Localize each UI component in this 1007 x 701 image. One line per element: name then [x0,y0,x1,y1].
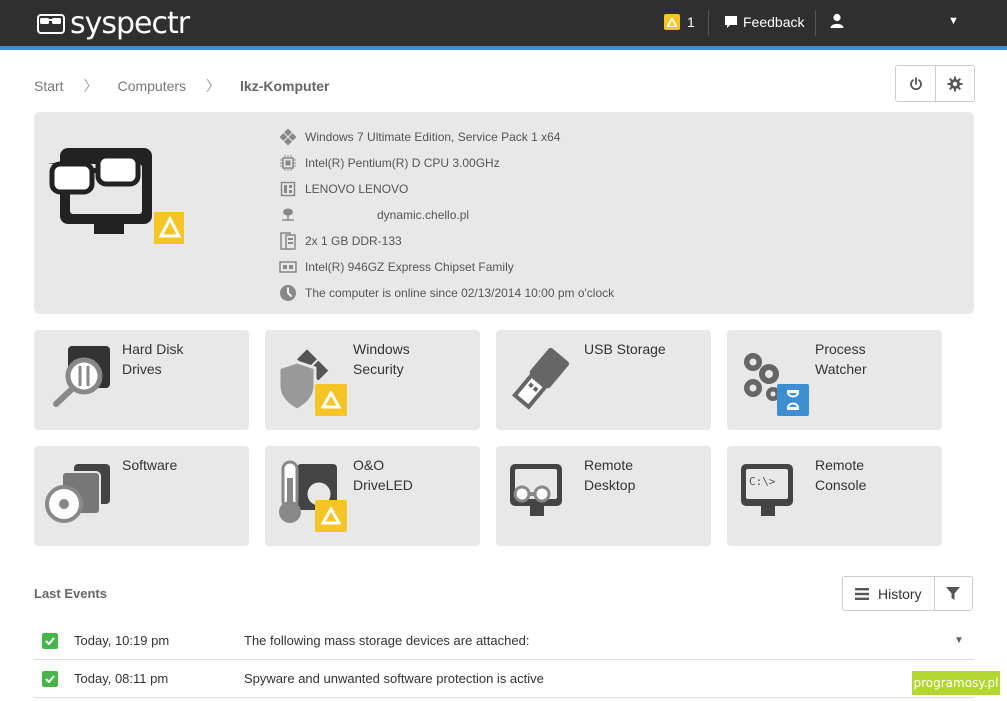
tile-label: Windows Security [353,341,410,377]
breadcrumb-separator: 〉 [83,78,98,94]
console-icon: C:\> [741,464,793,516]
network-icon [278,206,298,224]
breadcrumb-computers[interactable]: Computers [118,78,186,94]
events-actions: History [842,576,973,611]
info-status: The computer is online since 02/13/2014 … [278,280,614,306]
power-button[interactable] [896,66,935,101]
check-icon [42,670,58,687]
tile-hard-disk-drives[interactable]: Hard Disk Drives [34,330,249,430]
tile-oo-driveled[interactable]: O&O DriveLED [265,446,480,546]
computer-glasses-icon [48,148,184,244]
event-row[interactable]: Today, 10:19 pm The following mass stora… [34,622,974,660]
breadcrumb-start[interactable]: Start [34,78,64,94]
feedback-button[interactable]: Feedback [724,14,804,30]
windows-logo-icon [278,128,298,146]
check-icon [42,632,58,649]
speech-bubble-icon [725,16,737,28]
tile-usb-storage[interactable]: USB Storage [496,330,711,430]
user-menu-caret[interactable]: ▼ [948,15,959,27]
warning-badge [315,500,347,532]
remote-desktop-icon [510,464,562,516]
tile-windows-security[interactable]: Windows Security [265,330,480,430]
hard-disk-icon [53,346,110,407]
tile-process-watcher[interactable]: Process Watcher [727,330,942,430]
breadcrumb-current: lkz-Komputer [240,78,330,94]
alert-indicator[interactable]: 1 [664,14,695,30]
board-text: LENOVO LENOVO [305,182,409,196]
computer-info-list: Windows 7 Ultimate Edition, Service Pack… [278,124,614,306]
tile-label: Hard Disk Drives [122,341,184,377]
os-text: Windows 7 Ultimate Edition, Service Pack… [305,130,561,144]
info-board: LENOVO LENOVO [278,176,614,202]
glasses-logo-icon [37,14,65,34]
usb-icon [512,347,570,410]
feedback-label: Feedback [743,14,805,30]
list-icon [855,587,869,600]
tile-remote-console[interactable]: C:\> Remote Console [727,446,942,546]
info-os: Windows 7 Ultimate Edition, Service Pack… [278,124,614,150]
hourglass-icon [786,390,800,410]
accent-stripe [0,46,1007,50]
events-title: Last Events [34,586,107,601]
settings-button[interactable] [935,66,974,101]
divider [708,10,709,36]
clock-icon [278,284,298,302]
cpu-text: Intel(R) Pentium(R) D CPU 3.00GHz [305,156,500,170]
chipset-icon [278,258,298,276]
event-time: Today, 10:19 pm [74,633,170,648]
tile-label: Remote Desktop [584,457,636,493]
filter-button[interactable] [933,577,972,610]
history-button[interactable]: History [843,577,934,610]
tile-label: O&O DriveLED [353,457,413,493]
warning-icon [664,14,680,30]
logo-text: syspectr [70,5,190,41]
tile-software[interactable]: Software [34,446,249,546]
ram-text: 2x 1 GB DDR-133 [305,234,402,248]
computer-actions [895,65,975,102]
software-cd-icon [45,464,110,523]
alert-count: 1 [687,14,695,30]
info-network: dynamic.chello.pl [278,202,614,228]
history-label: History [878,585,922,602]
power-icon [909,76,922,90]
expand-toggle[interactable]: ▼ [954,635,974,646]
info-cpu: Intel(R) Pentium(R) D CPU 3.00GHz [278,150,614,176]
user-icon [830,13,844,28]
computer-info-panel: Windows 7 Ultimate Edition, Service Pack… [34,112,974,314]
motherboard-icon [278,180,298,198]
warning-badge [315,384,347,416]
info-ram: 2x 1 GB DDR-133 [278,228,614,254]
divider [815,10,816,36]
breadcrumb-separator: 〉 [206,78,221,94]
tile-label: Remote Console [815,457,867,493]
tile-label: Process Watcher [815,341,867,377]
event-row[interactable]: Today, 08:11 pm Spyware and unwanted sof… [34,660,974,698]
top-bar: syspectr 1 Feedback ▼ [0,0,1007,46]
cpu-icon [278,154,298,172]
tile-label: USB Storage [584,341,666,357]
info-chipset: Intel(R) 946GZ Express Chipset Family [278,254,614,280]
event-text: Spyware and unwanted software protection… [244,671,544,686]
event-text: The following mass storage devices are a… [244,633,530,648]
status-text: The computer is online since 02/13/2014 … [305,286,615,300]
info-badge [777,384,809,416]
watermark: programosy.pl [912,671,1000,695]
host-text: dynamic.chello.pl [377,208,470,222]
gear-icon [947,76,963,91]
user-menu[interactable] [830,13,844,29]
warning-icon [321,391,341,409]
tile-label: Software [122,457,178,473]
filter-icon [946,586,961,600]
memory-icon [278,232,298,250]
chipset-text: Intel(R) 946GZ Express Chipset Family [305,260,514,274]
breadcrumb: Start 〉 Computers 〉 lkz-Komputer [34,76,330,96]
tile-remote-desktop[interactable]: Remote Desktop [496,446,711,546]
app-logo[interactable]: syspectr [36,5,190,41]
svg-text:C:\>: C:\> [749,475,776,488]
event-time: Today, 08:11 pm [74,671,169,686]
warning-icon [321,507,341,525]
